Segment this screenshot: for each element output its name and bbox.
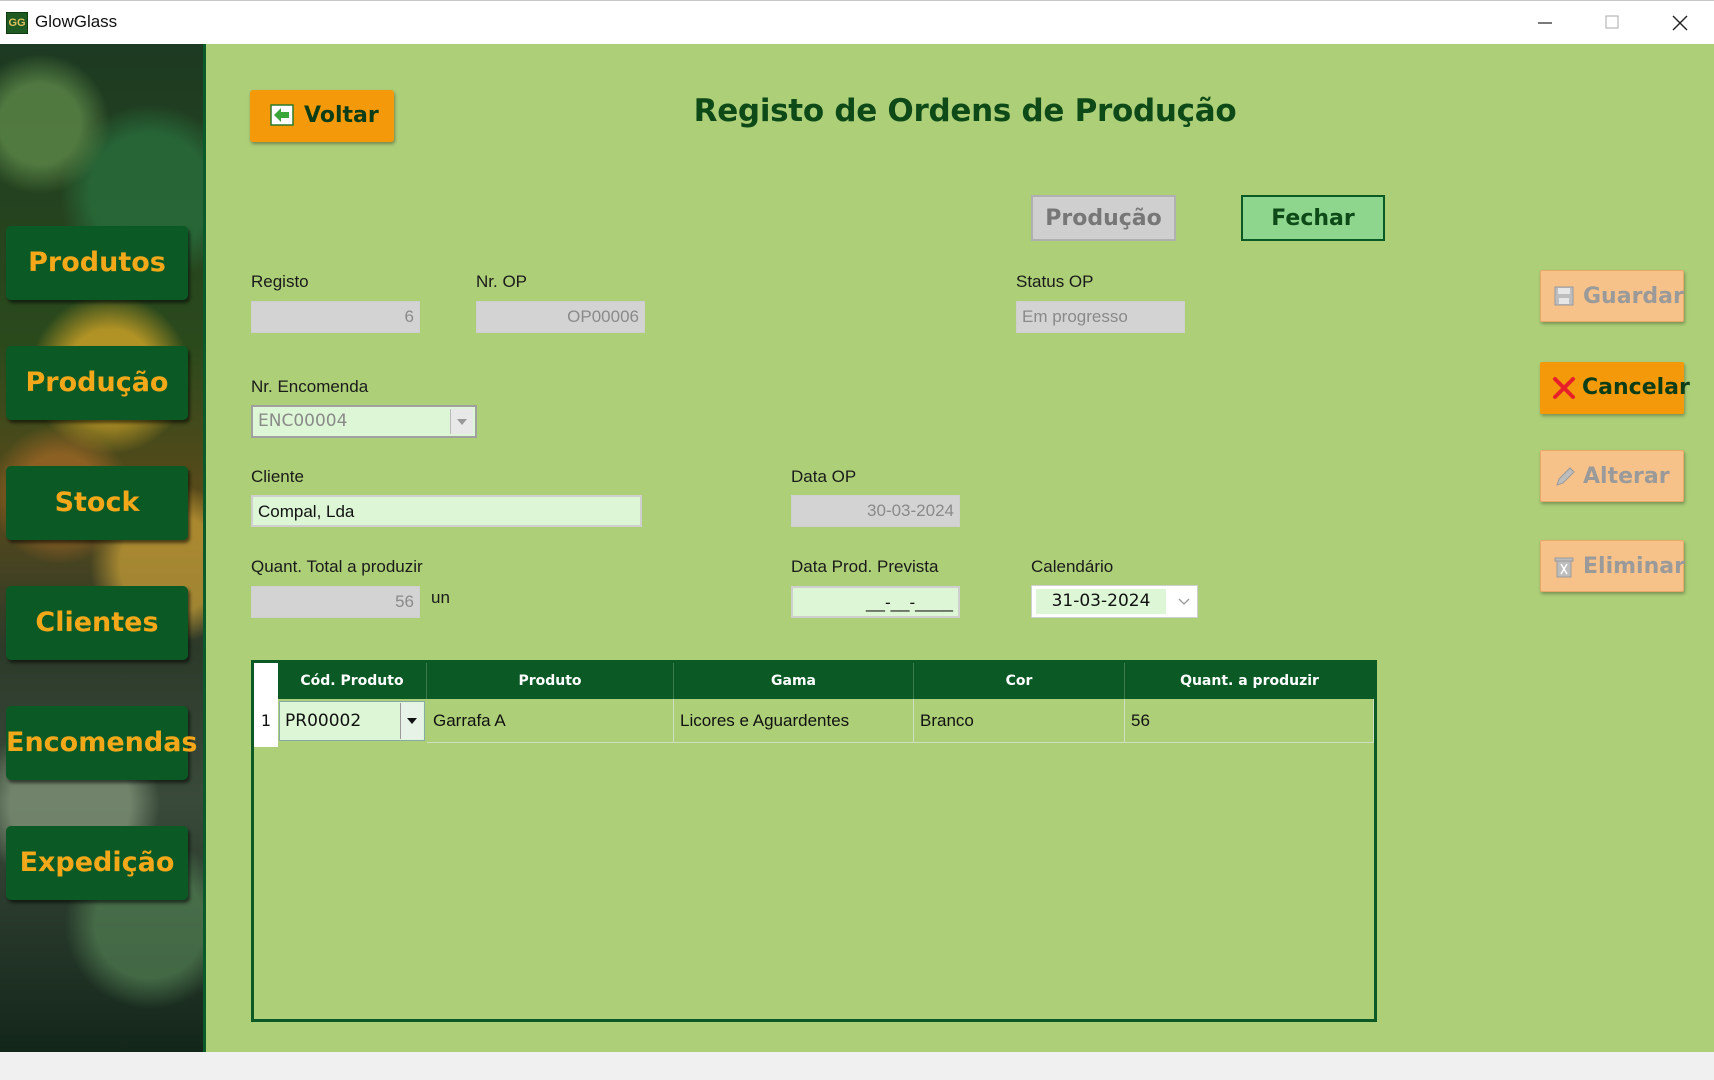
guardar-label: Guardar [1583, 284, 1684, 309]
cliente-field[interactable]: Compal, Lda [251, 495, 642, 527]
nr-op-field[interactable]: OP00006 [476, 301, 645, 333]
minimize-icon [1538, 22, 1552, 24]
col-header-cor[interactable]: Cor [914, 663, 1125, 699]
cancelar-label: Cancelar [1582, 375, 1690, 400]
col-header-gama[interactable]: Gama [674, 663, 914, 699]
nav-clientes-button[interactable]: Clientes [6, 586, 188, 660]
nr-op-label: Nr. OP [476, 272, 528, 291]
data-op-field[interactable]: 30-03-2024 [791, 495, 960, 527]
cell-gama[interactable]: Licores e Aguardentes [674, 699, 914, 743]
chevron-down-icon[interactable] [450, 409, 473, 434]
alterar-label: Alterar [1583, 464, 1670, 489]
window-title: GlowGlass [35, 12, 118, 31]
guardar-button[interactable]: Guardar [1540, 270, 1684, 322]
alterar-button[interactable]: Alterar [1540, 450, 1684, 502]
cliente-label: Cliente [251, 467, 304, 486]
nav-stock-button[interactable]: Stock [6, 466, 188, 540]
producao-button[interactable]: Produção [1031, 195, 1176, 241]
eliminar-label: Eliminar [1583, 554, 1685, 579]
chevron-down-icon[interactable] [1177, 595, 1191, 609]
cell-quant[interactable]: 56 [1125, 699, 1374, 743]
nav-encomendas-button[interactable]: Encomendas [6, 706, 198, 780]
nav-producao-button[interactable]: Produção [6, 346, 188, 420]
registo-field[interactable]: 6 [251, 301, 420, 333]
quant-total-field[interactable]: 56 [251, 586, 420, 618]
status-op-field[interactable]: Em progresso [1016, 301, 1185, 333]
fechar-button[interactable]: Fechar [1241, 195, 1385, 241]
eliminar-button[interactable]: Eliminar [1540, 540, 1685, 592]
save-icon [1554, 286, 1574, 306]
page-title: Registo de Ordens de Produção [693, 93, 1237, 129]
maximize-button[interactable] [1578, 1, 1646, 45]
trash-icon [1554, 557, 1574, 578]
cod-produto-combo[interactable]: PR00002 [279, 701, 425, 741]
back-button-label: Voltar [304, 103, 379, 128]
status-op-label: Status OP [1016, 272, 1094, 291]
col-header-produto[interactable]: Produto [427, 663, 674, 699]
nav-produtos-button[interactable]: Produtos [6, 226, 188, 300]
data-op-label: Data OP [791, 467, 857, 486]
x-cancel-icon [1553, 377, 1575, 399]
chevron-down-icon[interactable] [400, 703, 423, 739]
cell-produto[interactable]: Garrafa A [427, 699, 674, 743]
row-number: 1 [260, 711, 272, 730]
data-prevista-field[interactable]: __-__-____ [791, 586, 960, 618]
nr-encomenda-label: Nr. Encomenda [251, 377, 369, 396]
nr-encomenda-combo[interactable]: ENC00004 [251, 405, 477, 438]
sidebar: Produtos Produção Stock Clientes Encomen… [0, 44, 206, 1052]
quant-total-label: Quant. Total a produzir [251, 557, 423, 576]
calendario-value: 31-03-2024 [1036, 589, 1166, 614]
calendario-label: Calendário [1031, 557, 1114, 576]
maximize-icon [1605, 15, 1619, 29]
back-button[interactable]: Voltar [250, 90, 394, 142]
cell-cor[interactable]: Branco [914, 699, 1125, 743]
nav-expedicao-button[interactable]: Expedição [6, 826, 188, 900]
calendario-picker[interactable]: 31-03-2024 [1031, 585, 1198, 618]
arrow-left-icon [270, 104, 294, 126]
data-prevista-label: Data Prod. Prevista [791, 557, 939, 576]
cod-produto-value: PR00002 [285, 711, 362, 731]
cancelar-button[interactable]: Cancelar [1540, 362, 1690, 414]
nr-encomenda-value: ENC00004 [258, 411, 348, 431]
minimize-button[interactable] [1510, 1, 1578, 45]
title-bar: GG GlowGlass [0, 0, 1714, 44]
close-icon [1672, 15, 1688, 31]
registo-label: Registo [251, 272, 309, 291]
quant-unit-label: un [431, 588, 450, 607]
pencil-icon [1556, 467, 1575, 486]
col-header-quant[interactable]: Quant. a produzir [1125, 663, 1374, 699]
close-button[interactable] [1646, 1, 1714, 45]
status-bar [0, 1052, 1714, 1080]
production-items-grid: Cód. Produto Produto Gama Cor Quant. a p… [251, 660, 1377, 1022]
col-header-cod-produto[interactable]: Cód. Produto [278, 663, 427, 699]
app-logo-icon: GG [6, 12, 28, 34]
